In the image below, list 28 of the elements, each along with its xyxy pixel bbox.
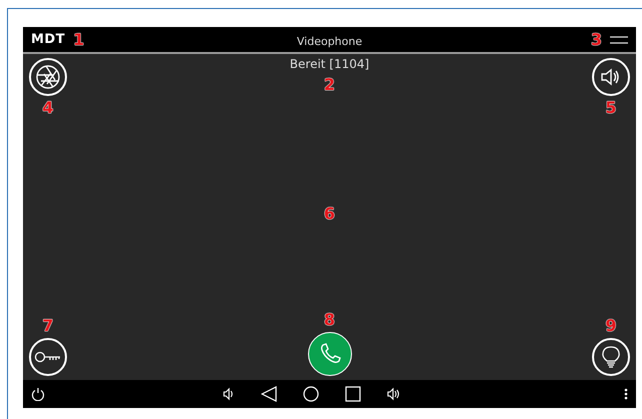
callout-number: 2 (324, 77, 336, 94)
home-icon[interactable] (303, 386, 319, 402)
power-icon[interactable] (31, 387, 45, 401)
volume-down-icon[interactable] (223, 387, 235, 401)
light-bulb-icon (601, 345, 621, 369)
logo: MDT (31, 33, 66, 46)
light-bulb-button[interactable] (592, 338, 630, 376)
volume-up-icon[interactable] (387, 387, 401, 401)
callout-number: 8 (324, 312, 336, 328)
status-text: Bereit [1104] (290, 58, 370, 72)
window-title: Videophone (296, 35, 362, 48)
callout-number: 1 (73, 32, 84, 48)
callout-number: 3 (590, 32, 602, 48)
callout-number: 7 (42, 318, 54, 334)
key-button[interactable] (29, 338, 67, 376)
recent-apps-icon[interactable] (345, 386, 361, 402)
key-icon (34, 350, 62, 364)
back-icon[interactable] (261, 386, 277, 402)
callout-number: 4 (42, 100, 54, 116)
callout-number: 6 (324, 206, 336, 222)
callout-number: 5 (605, 100, 617, 116)
menu-icon[interactable] (610, 36, 628, 44)
speaker-button[interactable] (592, 58, 630, 96)
camera-shutter-button[interactable] (29, 58, 67, 96)
call-button[interactable] (308, 332, 352, 376)
callout-number: 9 (605, 318, 617, 334)
camera-shutter-icon (35, 64, 61, 90)
more-options-icon[interactable] (624, 388, 628, 400)
